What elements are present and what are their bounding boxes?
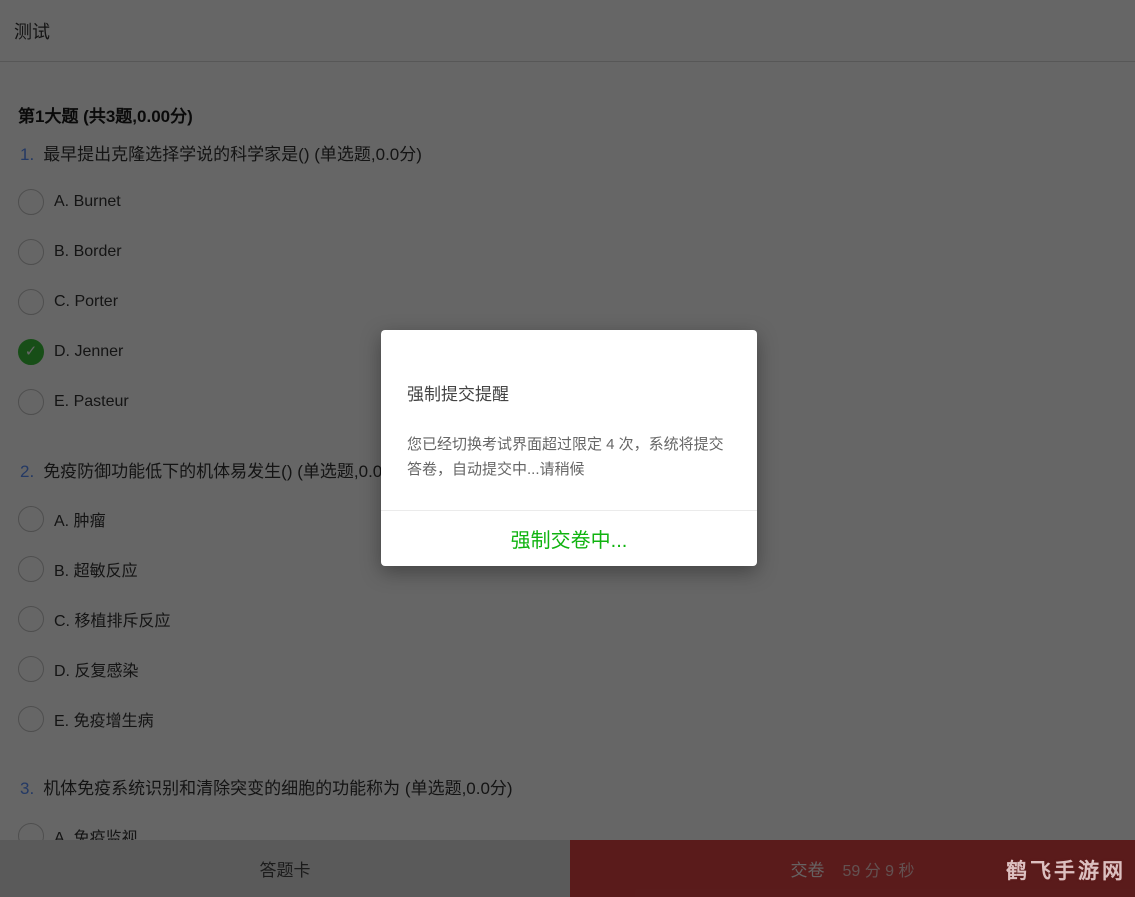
dialog-content: 强制提交提醒 您已经切换考试界面超过限定 4 次，系统将提交答卷，自动提交中..… <box>381 330 757 510</box>
site-watermark: 鹤飞手游网 <box>1006 855 1126 885</box>
dialog-title: 强制提交提醒 <box>407 380 731 405</box>
force-submit-dialog: 强制提交提醒 您已经切换考试界面超过限定 4 次，系统将提交答卷，自动提交中..… <box>381 330 757 566</box>
force-submit-status[interactable]: 强制交卷中... <box>511 524 628 553</box>
dialog-footer[interactable]: 强制交卷中... <box>381 510 757 566</box>
dialog-body: 您已经切换考试界面超过限定 4 次，系统将提交答卷，自动提交中...请稍候 <box>407 432 731 482</box>
exam-page: 测试 第1大题 (共3题,0.00分) 1.最早提出克隆选择学说的科学家是() … <box>0 0 1135 897</box>
